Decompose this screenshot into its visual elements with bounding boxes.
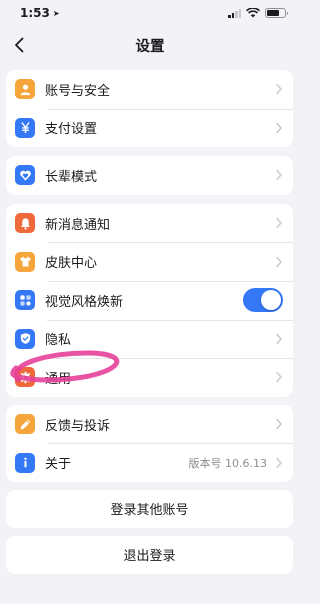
chevron-right-icon (276, 457, 282, 468)
settings-row-label: 长辈模式 (45, 169, 98, 185)
gear-icon (15, 367, 35, 388)
settings-row-privacy[interactable]: 隐私 (6, 319, 293, 359)
settings-row-label: 反馈与投诉 (45, 418, 111, 434)
account-settings-group: 账号与安全 支付设置 (6, 70, 293, 148)
chevron-right-icon (276, 256, 282, 267)
settings-row-elder-mode[interactable]: 长辈模式 (6, 156, 293, 195)
shield-check-icon (15, 328, 35, 349)
visual-style-toggle[interactable] (243, 288, 283, 313)
settings-row-visual-style: 视觉风格焕新 (6, 280, 293, 320)
settings-row-label: 新消息通知 (45, 217, 111, 233)
info-icon (15, 452, 35, 473)
chevron-left-icon (15, 37, 24, 53)
feedback-about-group: 反馈与投诉 关于 版本号 10.6.13 (6, 404, 293, 482)
page-title: 设置 (135, 38, 165, 55)
settings-row-label: 账号与安全 (45, 83, 111, 99)
status-time: 1:53 (20, 6, 50, 20)
switch-account-button[interactable]: 登录其他账号 (6, 489, 293, 528)
settings-row-notifications[interactable]: 新消息通知 (6, 204, 293, 243)
settings-row-payment[interactable]: 支付设置 (6, 108, 293, 148)
wifi-icon (246, 8, 260, 18)
back-button[interactable] (6, 32, 32, 58)
settings-row-about[interactable]: 关于 版本号 10.6.13 (6, 443, 293, 482)
battery-icon (265, 8, 288, 18)
chevron-right-icon (276, 418, 282, 430)
settings-row-general[interactable]: 通用 (6, 358, 293, 397)
elder-mode-group: 长辈模式 (6, 156, 293, 195)
settings-row-feedback[interactable]: 反馈与投诉 (6, 405, 293, 444)
settings-row-label: 关于 (45, 457, 72, 473)
navigation-bar: 设置 (0, 26, 300, 64)
settings-row-label: 支付设置 (45, 122, 98, 138)
person-icon (15, 79, 35, 100)
location-arrow-icon: ➤ (52, 8, 60, 18)
chevron-right-icon (276, 333, 282, 345)
chevron-right-icon (276, 170, 282, 181)
shirt-icon (15, 251, 35, 272)
settings-row-account-security[interactable]: 账号与安全 (6, 70, 293, 109)
settings-row-label: 通用 (45, 371, 72, 387)
settings-row-label: 皮肤中心 (45, 256, 98, 272)
toggle-knob (261, 290, 281, 311)
status-bar: 1:53 ➤ (0, 0, 300, 26)
logout-button[interactable]: 退出登录 (6, 535, 293, 574)
settings-row-skin-center[interactable]: 皮肤中心 (6, 242, 293, 281)
version-number: 版本号 10.6.13 (188, 456, 267, 470)
pencil-icon (15, 414, 35, 435)
chevron-right-icon (276, 217, 282, 229)
bell-icon (15, 213, 35, 234)
cellular-signal-icon (228, 8, 241, 18)
settings-row-label: 隐私 (45, 333, 72, 349)
yen-icon (15, 117, 35, 138)
settings-row-label: 视觉风格焕新 (45, 294, 124, 310)
chevron-right-icon (276, 84, 282, 95)
chevron-right-icon (276, 372, 282, 383)
general-settings-group: 新消息通知 皮肤中心 视觉风格焕新 隐私 通用 (6, 203, 293, 397)
status-time-area: 1:53 ➤ (20, 6, 60, 20)
chevron-right-icon (276, 122, 282, 134)
status-indicators (228, 8, 288, 18)
grid-icon (15, 290, 35, 311)
heart-shield-icon (15, 165, 35, 186)
